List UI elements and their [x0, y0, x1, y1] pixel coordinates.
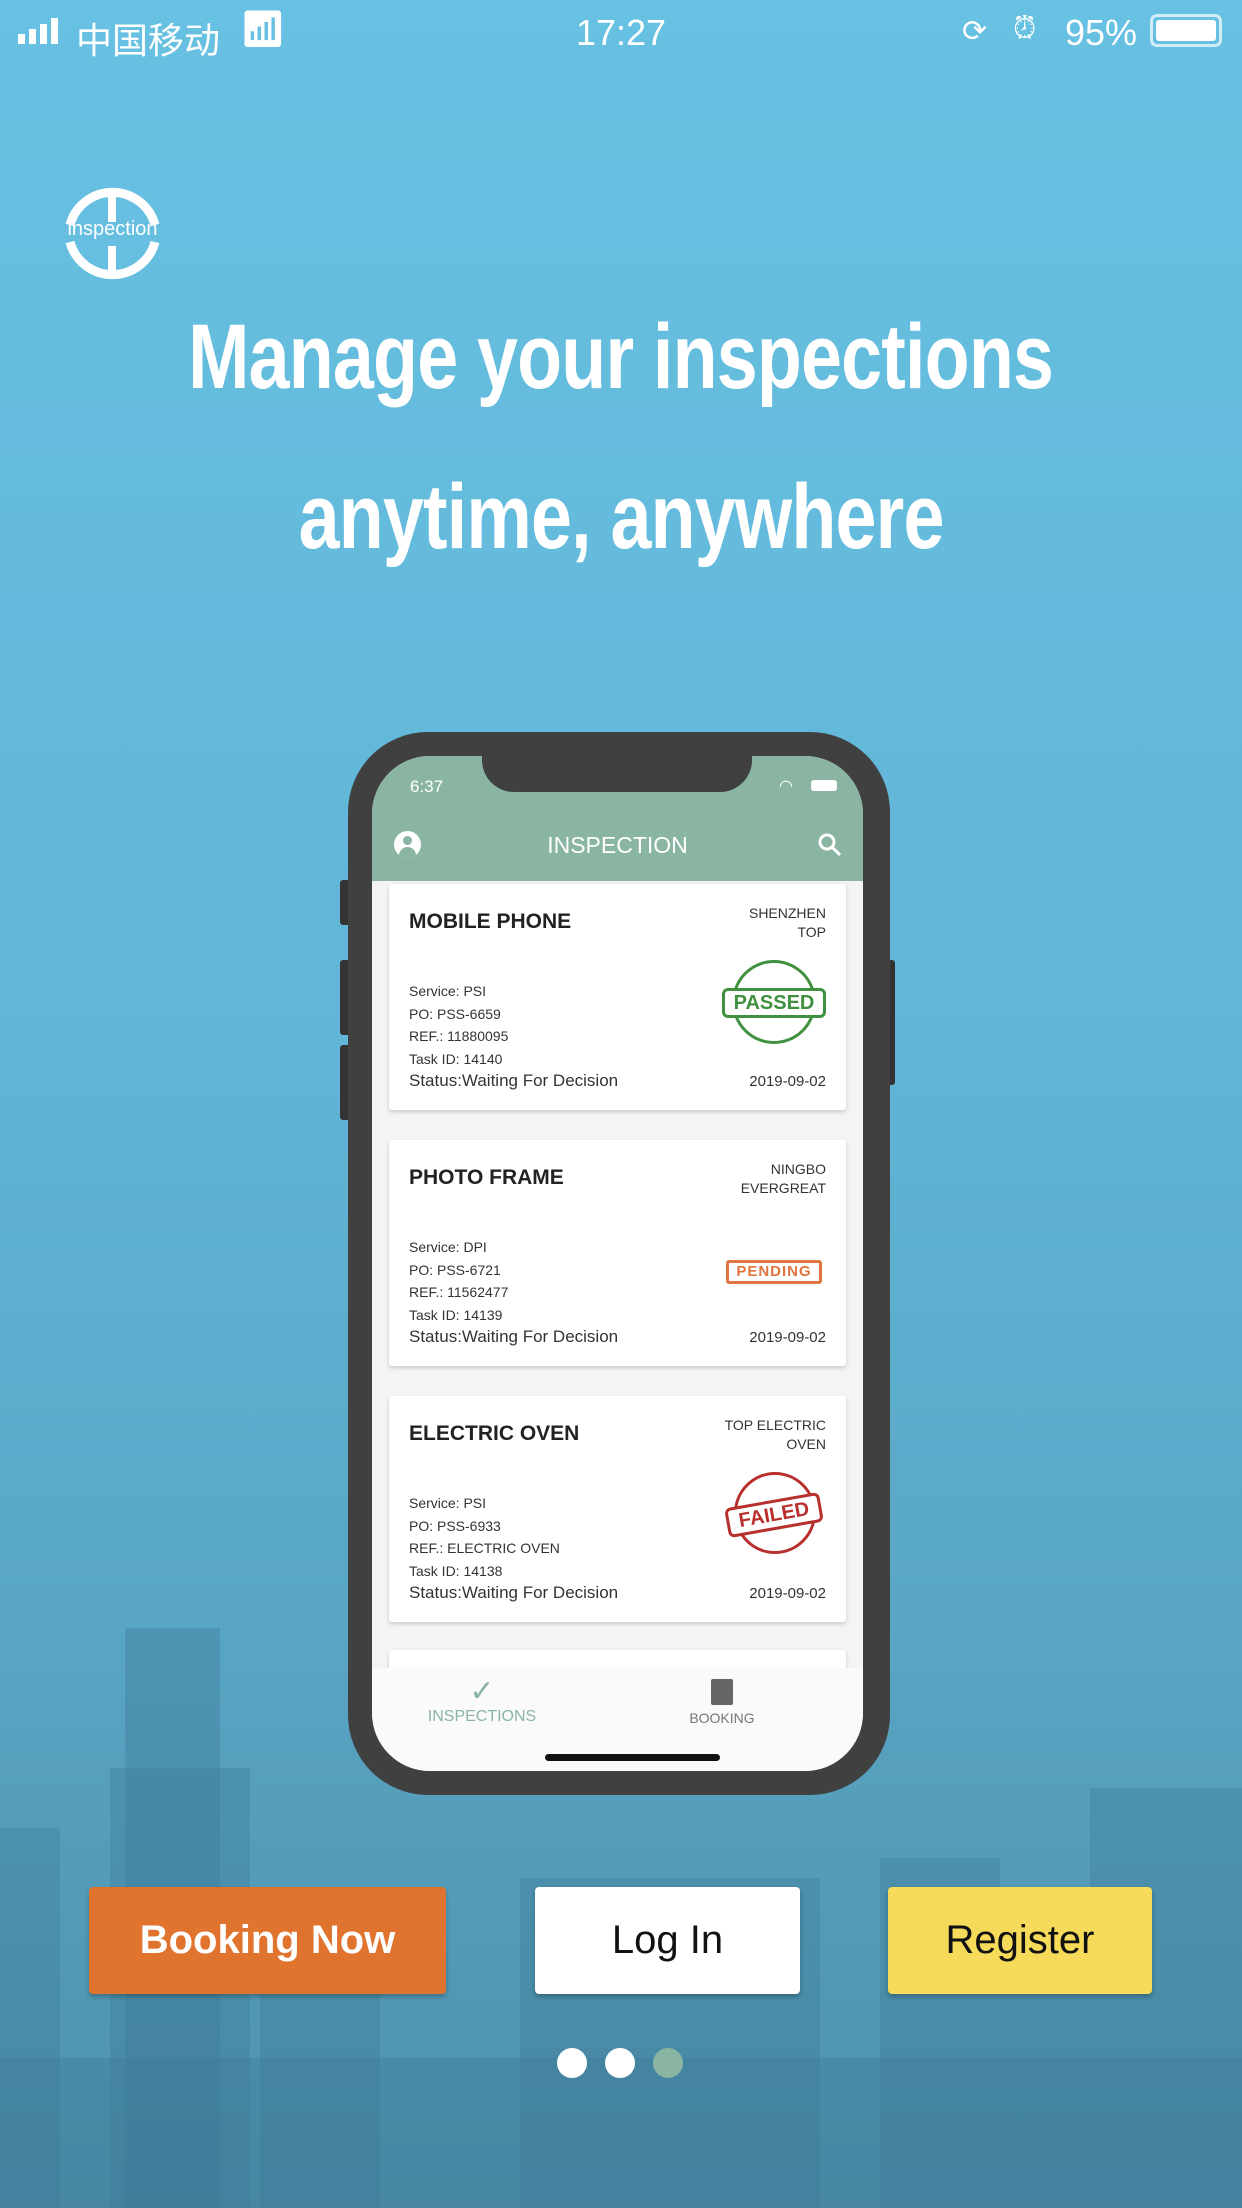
page-dot-1[interactable] — [557, 2048, 587, 2078]
phone-notch — [482, 756, 752, 792]
battery-icon — [1150, 14, 1222, 47]
rotation-lock-icon: ⟳ — [962, 15, 988, 48]
card-details: Service: PSI PO: PSS-6659 REF.: 11880095 Ta… — [409, 983, 619, 1090]
clock: 17:27 — [575, 12, 667, 53]
battery-percent: 95% — [1065, 12, 1138, 53]
headline-line2: anytime, anywhere — [298, 466, 945, 568]
passed-stamp: PASSED — [722, 960, 826, 1046]
mockup-app-title: INSPECTION — [547, 832, 688, 858]
tab-booking: BOOKING — [662, 1676, 782, 1726]
card-details: Service: PSI PO: PSS-6933 REF.: ELECTRIC O… — [409, 1495, 619, 1602]
alarm-icon: ⏰︎ — [1013, 12, 1037, 45]
tab-inspections: ✓ INSPECTIONS — [412, 1676, 552, 1726]
register-button[interactable]: Register — [888, 1887, 1152, 1994]
card-date: 2019-09-02 — [749, 1585, 826, 1602]
mockup-time: 6:37 — [410, 777, 444, 796]
pending-stamp: PENDING — [726, 1260, 822, 1284]
inspection-card: ELECTRIC OVEN TOP ELECTRIC OVEN Service: … — [389, 1396, 846, 1622]
search-icon — [818, 833, 842, 857]
card-factory: SHENZHEN TOP — [748, 905, 826, 940]
inspection-card: MOBILE PHONE SHENZHEN TOP Service: PSI PO:… — [389, 884, 846, 1110]
inspection-card: PHOTO FRAME NINGBO EVERGREAT Service: DPI… — [389, 1140, 846, 1366]
home-indicator — [545, 1754, 720, 1761]
logo-text: inspection — [67, 218, 158, 240]
card-factory: NINGBO EVERGREAT — [740, 1161, 826, 1196]
mockup-wifi-icon: ◠ — [779, 778, 793, 795]
card-date: 2019-09-02 — [749, 1073, 826, 1090]
login-button[interactable]: Log In — [535, 1887, 800, 1994]
card-title: ELECTRIC OVEN — [409, 1422, 580, 1445]
page-dot-3-active[interactable] — [653, 2048, 683, 2078]
phone-screen: 6:37 ◠ INSPECTION MOBILE PHONE SHENZHEN T… — [372, 756, 863, 1771]
mockup-tab-bar: ✓ INSPECTIONS BOOKING — [372, 1668, 863, 1771]
card-details: Service: DPI PO: PSS-6721 REF.: 11562477 Ta… — [409, 1239, 619, 1346]
check-icon: ✓ — [469, 1675, 495, 1708]
card-title: MOBILE PHONE — [409, 910, 572, 933]
headline-line1: Manage your inspections — [188, 306, 1054, 408]
document-icon — [711, 1679, 733, 1705]
mockup-battery-icon — [811, 780, 837, 791]
app-logo: inspection — [60, 180, 165, 285]
page-dot-2[interactable] — [605, 2048, 635, 2078]
status-bar: 中国移动 📶︎ 17:27 ⟳ ⏰︎ 95% — [0, 0, 1242, 62]
card-date: 2019-09-02 — [749, 1329, 826, 1346]
booking-now-button[interactable]: Booking Now — [89, 1887, 446, 1994]
card-title: PHOTO FRAME — [409, 1166, 564, 1189]
card-factory: TOP ELECTRIC OVEN — [724, 1417, 826, 1452]
failed-stamp: FAILED — [722, 1472, 826, 1558]
